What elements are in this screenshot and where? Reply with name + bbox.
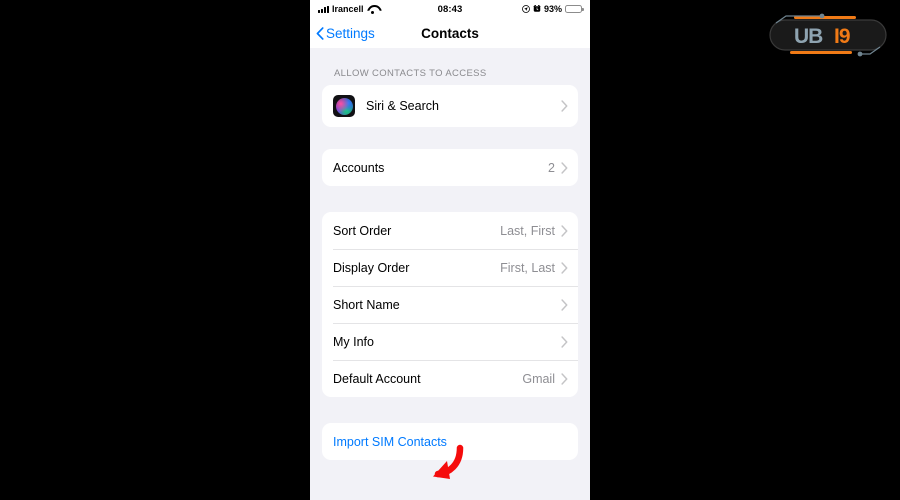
ubiq-logo-watermark: UB I9 <box>764 12 892 58</box>
row-default-account[interactable]: Default Account Gmail <box>322 360 578 397</box>
chevron-right-icon <box>561 162 568 174</box>
card-contact-preferences: Sort Order Last, First Display Order Fir… <box>322 212 578 397</box>
row-import-sim-contacts[interactable]: Import SIM Contacts <box>322 423 578 460</box>
chevron-right-icon <box>561 225 568 237</box>
status-bar: Irancell 08:43 93% <box>310 0 590 18</box>
row-display-order[interactable]: Display Order First, Last <box>322 249 578 286</box>
back-button[interactable]: Settings <box>310 26 375 41</box>
row-label: Display Order <box>333 261 500 275</box>
battery-icon <box>565 5 582 14</box>
alarm-clock-icon <box>533 5 541 13</box>
siri-icon <box>333 95 355 117</box>
card-import-sim: Import SIM Contacts <box>322 423 578 460</box>
row-label: Accounts <box>333 161 548 175</box>
chevron-right-icon <box>561 299 568 311</box>
row-value: Last, First <box>500 224 555 238</box>
row-accounts[interactable]: Accounts 2 <box>322 149 578 186</box>
screenshot-stage: Irancell 08:43 93% <box>0 0 900 500</box>
row-value: Gmail <box>522 372 555 386</box>
section-header-allow-access: ALLOW CONTACTS TO ACCESS <box>310 68 590 85</box>
logo-text-left: UB <box>794 25 823 48</box>
row-label: Import SIM Contacts <box>333 435 568 449</box>
chevron-right-icon <box>561 336 568 348</box>
row-siri-and-search[interactable]: Siri & Search <box>322 85 578 127</box>
row-value: 2 <box>548 161 555 175</box>
back-button-label: Settings <box>326 26 375 41</box>
row-sort-order[interactable]: Sort Order Last, First <box>322 212 578 249</box>
navigation-bar: Settings Contacts <box>310 18 590 48</box>
row-value: First, Last <box>500 261 555 275</box>
settings-list: ALLOW CONTACTS TO ACCESS Siri & Search A… <box>310 48 590 500</box>
row-short-name[interactable]: Short Name <box>322 286 578 323</box>
chevron-right-icon <box>561 373 568 385</box>
row-label: Siri & Search <box>366 99 561 113</box>
row-my-info[interactable]: My Info <box>322 323 578 360</box>
chevron-right-icon <box>561 262 568 274</box>
phone-screen: Irancell 08:43 93% <box>310 0 590 500</box>
row-label: Sort Order <box>333 224 500 238</box>
chevron-right-icon <box>561 100 568 112</box>
card-allow-access: Siri & Search <box>322 85 578 127</box>
row-label: Default Account <box>333 372 522 386</box>
chevron-left-icon <box>316 27 324 40</box>
row-label: My Info <box>333 335 555 349</box>
location-arrow-icon <box>522 5 530 13</box>
card-accounts: Accounts 2 <box>322 149 578 186</box>
battery-percent-label: 93% <box>544 4 562 14</box>
row-label: Short Name <box>333 298 555 312</box>
logo-text-right: I9 <box>834 25 850 48</box>
status-bar-right: 93% <box>522 4 582 14</box>
